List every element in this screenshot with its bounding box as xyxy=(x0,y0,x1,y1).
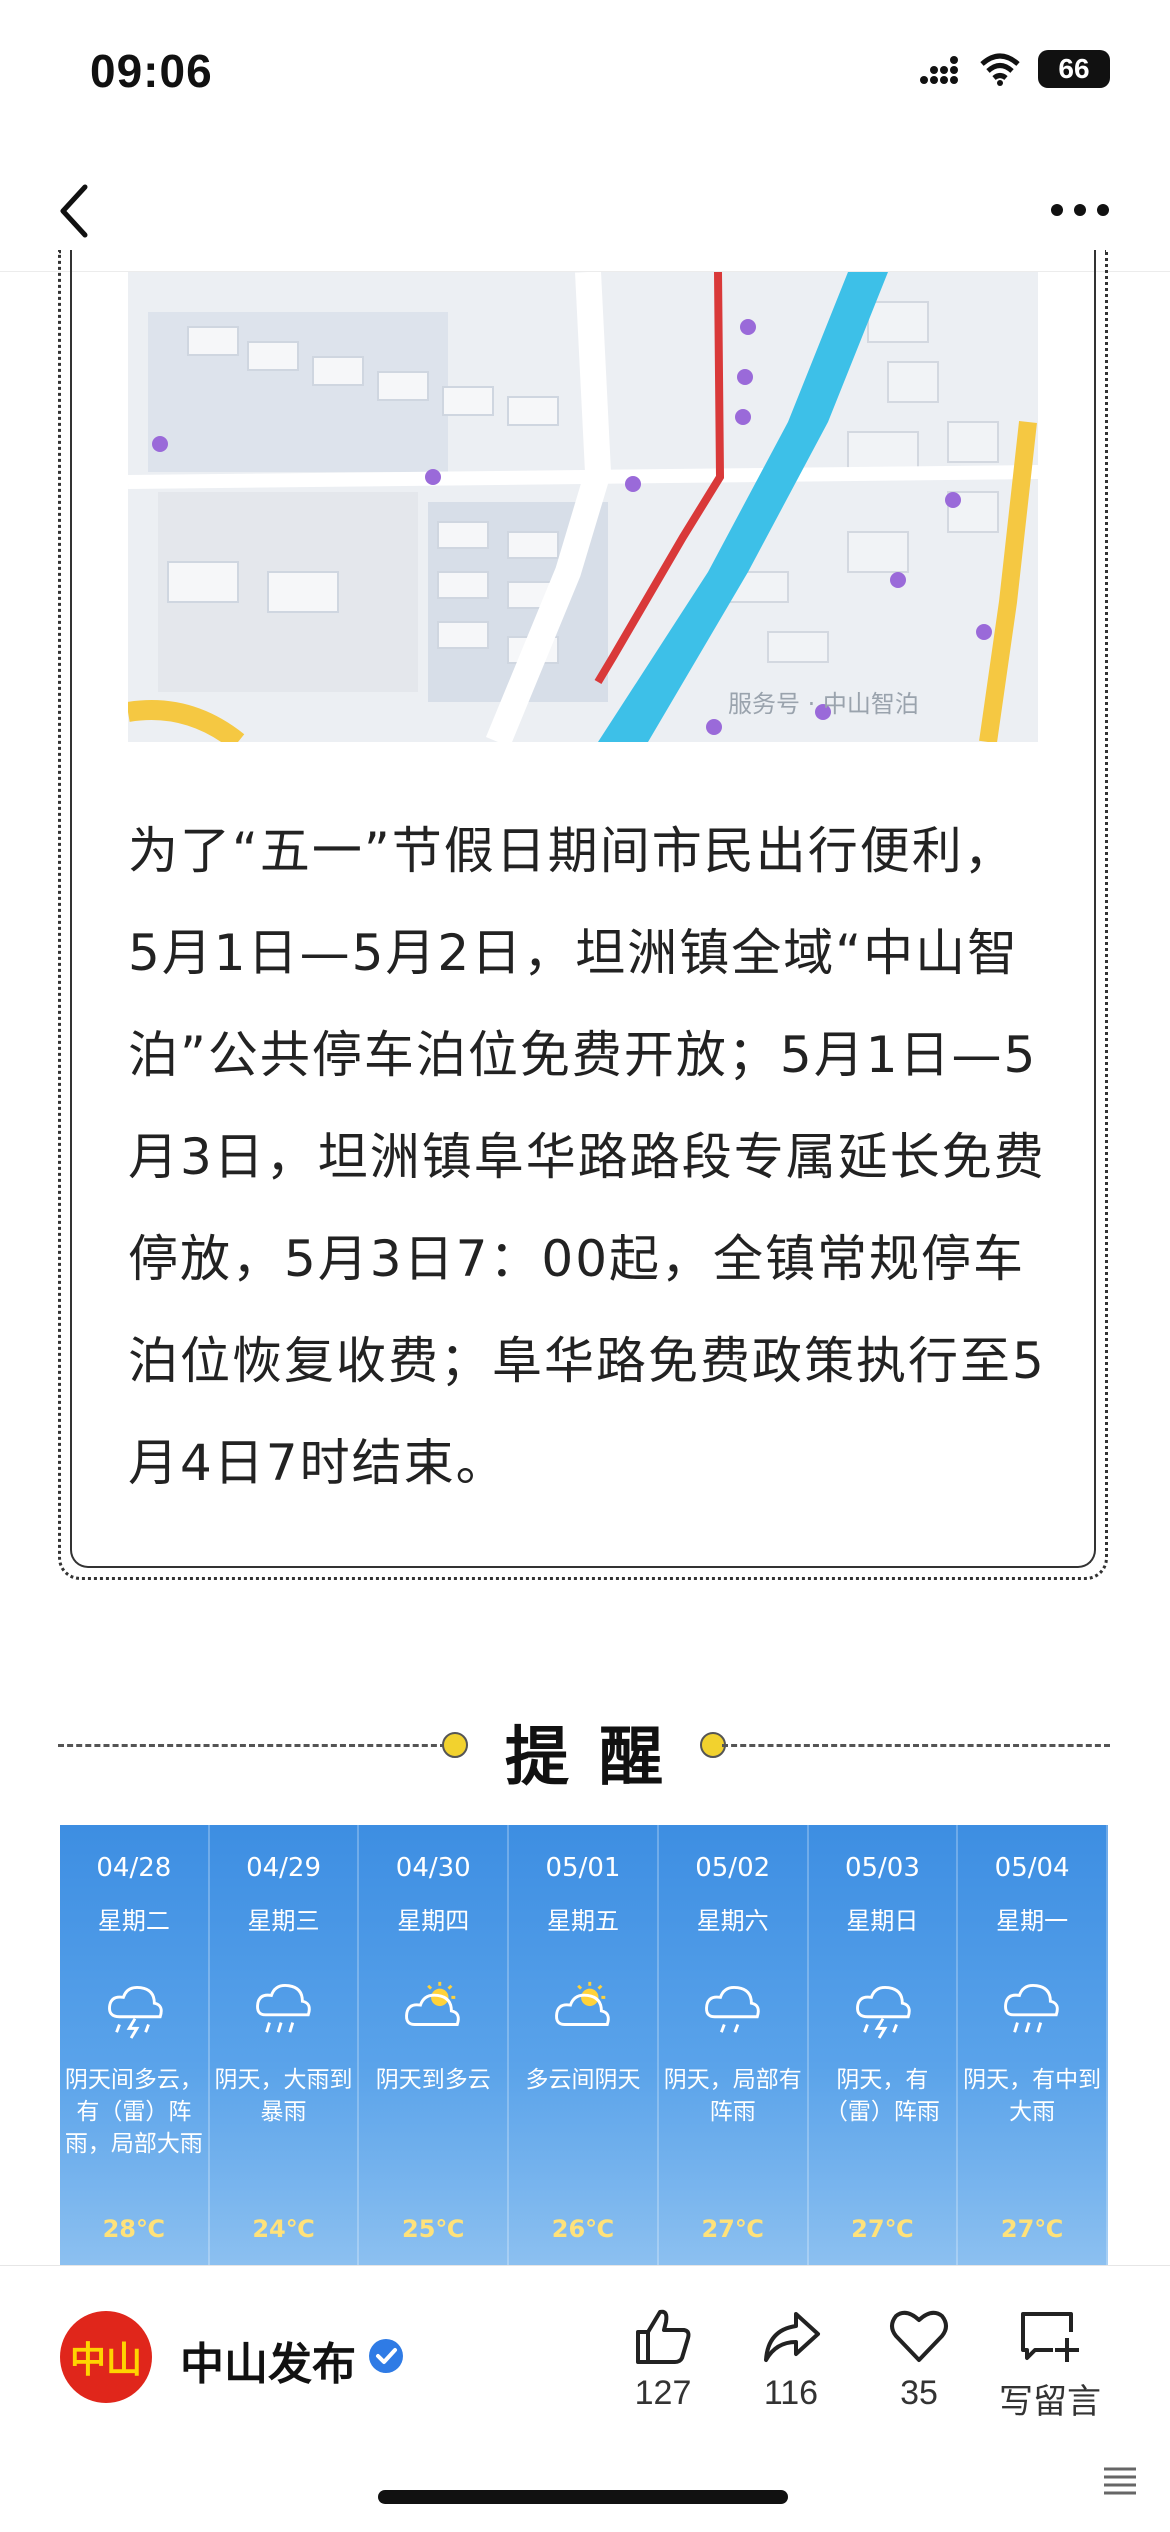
cloud-rain-icon xyxy=(704,1985,760,2033)
weather-date: 05/04 xyxy=(994,1853,1070,1883)
weather-day-2: 04/30 星期四阴天到多云 25℃ xyxy=(359,1825,510,2265)
weather-date: 04/29 xyxy=(246,1853,322,1883)
thunder-rain-icon xyxy=(107,1985,163,2039)
weather-weekday: 星期五 xyxy=(546,1907,619,1935)
more-button[interactable] xyxy=(1040,180,1120,240)
favorite-count: 35 xyxy=(900,2374,938,2412)
thumbs-up-icon xyxy=(636,2309,691,2364)
account-logo[interactable]: 中山 xyxy=(60,2311,152,2403)
status-icons: 66 xyxy=(918,50,1110,88)
weather-forecast-panel: 04/28 星期二阴天间多云，有（雷）阵雨，局部大雨 28℃ 04/29 星期三阴天，大… xyxy=(60,1825,1108,2265)
weather-date: 05/02 xyxy=(695,1853,771,1883)
home-indicator[interactable] xyxy=(378,2490,788,2504)
verified-badge-icon xyxy=(369,2339,403,2373)
heart-icon xyxy=(890,2310,948,2362)
like-count: 127 xyxy=(634,2374,692,2412)
chevron-left-icon xyxy=(60,184,88,238)
more-dots-icon xyxy=(1051,204,1109,216)
sun-cloud-icon xyxy=(405,1981,461,2026)
rain-icon xyxy=(255,1984,311,2033)
article-paragraph: 为了“五一”节假日期间市民出行便利，5月1日—5月2日，坦洲镇全域“中山智泊”公… xyxy=(128,822,1046,1492)
weather-weekday: 星期四 xyxy=(397,1907,470,1935)
weather-date: 05/03 xyxy=(844,1853,920,1883)
weather-day-0: 04/28 星期二阴天间多云，有（雷）阵雨，局部大雨 28℃ xyxy=(60,1825,210,2265)
comment-label: 写留言 xyxy=(999,2383,1101,2421)
weather-description: 阴天，有中到大雨 xyxy=(963,2067,1102,2125)
weather-temperature: 27℃ xyxy=(851,2215,914,2243)
signal-icon xyxy=(920,56,958,84)
share-button[interactable]: 116 xyxy=(736,2306,846,2413)
weather-temperature: 25℃ xyxy=(402,2215,465,2243)
reminder-heading: 提醒 xyxy=(58,1700,1110,1795)
weather-description: 阴天，有（雷）阵雨 xyxy=(824,2067,940,2125)
sun-cloud-icon xyxy=(555,1981,610,2026)
weather-description: 阴天间多云，有（雷）阵雨，局部大雨 xyxy=(64,2067,203,2157)
weather-date: 05/01 xyxy=(545,1853,621,1883)
comment-add-icon xyxy=(1021,2312,1079,2362)
weather-temperature: 24℃ xyxy=(252,2215,315,2243)
rain-icon xyxy=(1004,1984,1059,2033)
weather-date: 04/28 xyxy=(96,1853,172,1883)
weather-description: 阴天，局部有阵雨 xyxy=(663,2067,802,2125)
account-name[interactable]: 中山发布 xyxy=(180,2328,356,2392)
weather-day-5: 05/03 星期日阴天，有（雷）阵雨 27℃ xyxy=(809,1825,959,2265)
comment-button[interactable]: 写留言 xyxy=(990,2306,1110,2423)
weather-description: 多云间阴天 xyxy=(525,2067,641,2093)
weather-day-1: 04/29 星期三阴天，大雨到暴雨 24℃ xyxy=(210,1825,360,2265)
weather-temperature: 27℃ xyxy=(1000,2215,1064,2243)
weather-weekday: 星期日 xyxy=(846,1907,919,1935)
logo-text: 中山 xyxy=(69,2340,142,2381)
weather-temperature: 26℃ xyxy=(551,2215,615,2243)
map-watermark: 服务号 · 中山智泊 xyxy=(728,690,919,718)
status-time: 09:06 xyxy=(90,45,213,97)
battery-indicator: 66 xyxy=(1038,50,1110,88)
weather-weekday: 星期三 xyxy=(247,1907,320,1935)
wifi-icon xyxy=(980,53,1020,86)
status-bar: 09:06 66 xyxy=(0,0,1170,150)
weather-temperature: 28℃ xyxy=(102,2215,166,2243)
divider-right xyxy=(722,1744,1110,1747)
weather-day-3: 05/01 星期五多云间阴天 26℃ xyxy=(509,1825,659,2265)
share-count: 116 xyxy=(763,2374,819,2412)
thunder-rain-icon xyxy=(856,1985,912,2039)
weather-description: 阴天，大雨到暴雨 xyxy=(214,2067,353,2125)
favorite-button[interactable]: 35 xyxy=(864,2306,974,2413)
back-button[interactable] xyxy=(40,176,110,246)
weather-weekday: 星期一 xyxy=(996,1907,1069,1935)
weather-day-6: 05/04 星期一阴天，有中到大雨 27℃ xyxy=(958,1825,1108,2265)
like-button[interactable]: 127 xyxy=(608,2306,718,2413)
parking-map-image: 服务号 · 中山智泊 xyxy=(128,272,1038,742)
share-arrow-icon xyxy=(764,2312,820,2362)
weather-description: 阴天到多云 xyxy=(375,2067,491,2093)
weather-weekday: 星期六 xyxy=(696,1907,769,1935)
weather-date: 04/30 xyxy=(395,1853,471,1883)
weather-day-4: 05/02 星期六阴天，局部有阵雨 27℃ xyxy=(659,1825,809,2265)
weather-weekday: 星期二 xyxy=(97,1907,170,1935)
reminder-title: 提醒 xyxy=(505,1721,693,1795)
grip-icon[interactable] xyxy=(1100,2461,1140,2501)
weather-temperature: 27℃ xyxy=(701,2215,764,2243)
